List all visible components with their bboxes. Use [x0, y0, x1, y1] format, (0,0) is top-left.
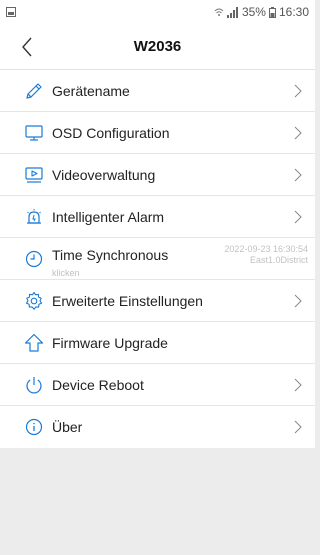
menu-item-label: Erweiterte Einstellungen	[52, 292, 203, 309]
signal-icon	[226, 6, 238, 18]
menu-item-label: Gerätename	[52, 82, 130, 99]
menu-item-label: Firmware Upgrade	[52, 334, 168, 351]
device-datetime: 2022-09-23 16:30:54	[224, 244, 308, 254]
power-icon	[24, 375, 44, 395]
menu-item-label: Intelligenter Alarm	[52, 208, 165, 225]
menu-item-label: Videoverwaltung	[52, 166, 156, 183]
settings-menu: Gerätename OSD Configuration Videoverwal…	[0, 70, 315, 448]
battery-percent: 35%	[241, 5, 266, 19]
alarm-icon	[24, 207, 44, 227]
page-title: W2036	[133, 38, 182, 55]
menu-item-device-reboot[interactable]: Device Reboot	[0, 364, 315, 406]
clock-icon	[24, 249, 44, 269]
chevron-right-icon	[294, 84, 302, 97]
menu-item-advanced-settings[interactable]: Erweiterte Einstellungen	[0, 280, 315, 322]
device-time-info: 2022-09-23 16:30:54 East1.0District	[224, 244, 308, 266]
battery-icon	[268, 6, 276, 18]
chevron-right-icon	[294, 420, 302, 434]
menu-item-time-synchronous[interactable]: Time Synchronous klicken 2022-09-23 16:3…	[0, 238, 315, 280]
chevron-right-icon	[294, 168, 302, 181]
back-button[interactable]	[14, 34, 40, 60]
menu-item-device-name[interactable]: Gerätename	[0, 70, 315, 112]
monitor-icon	[24, 123, 44, 143]
chevron-right-icon	[294, 294, 302, 307]
wifi-icon	[214, 8, 224, 16]
status-bar: 35% 16:30	[0, 0, 315, 24]
notification-icon	[6, 7, 18, 17]
menu-item-label: Device Reboot	[52, 376, 144, 393]
menu-item-label: OSD Configuration	[52, 124, 170, 141]
video-play-icon	[24, 165, 44, 185]
upload-arrow-icon	[24, 333, 44, 353]
chevron-right-icon	[294, 210, 302, 223]
menu-item-firmware-upgrade[interactable]: Firmware Upgrade	[0, 322, 315, 364]
gear-icon	[24, 291, 44, 311]
menu-item-intelligent-alarm[interactable]: Intelligenter Alarm	[0, 196, 315, 238]
chevron-left-icon	[22, 37, 32, 57]
menu-item-osd-configuration[interactable]: OSD Configuration	[0, 112, 315, 154]
empty-area	[0, 462, 315, 555]
menu-item-label: Time Synchronous	[52, 247, 169, 263]
device-timezone: East1.0District	[249, 255, 308, 265]
chevron-right-icon	[294, 378, 302, 391]
header: W2036	[0, 24, 315, 70]
info-icon	[24, 417, 44, 437]
menu-item-about[interactable]: Über	[0, 406, 315, 448]
menu-item-video-management[interactable]: Videoverwaltung	[0, 154, 315, 196]
chevron-right-icon	[294, 126, 302, 139]
sync-hint: klicken	[52, 268, 80, 278]
menu-item-label: Über	[52, 419, 83, 435]
clock-time: 16:30	[278, 5, 309, 19]
pencil-icon	[24, 81, 44, 101]
